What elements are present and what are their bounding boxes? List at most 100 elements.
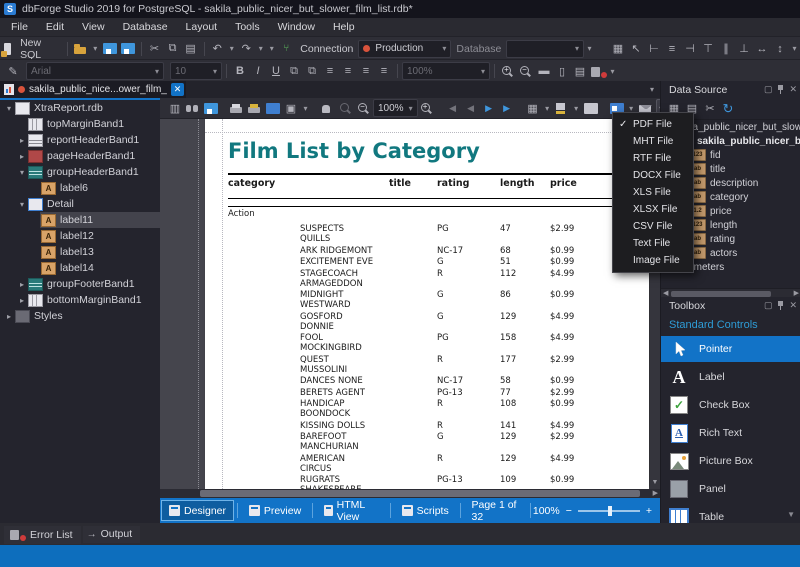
parameters-icon[interactable]: ▥ [167, 100, 183, 116]
toolbar-overflow-icon[interactable]: ▾ [585, 41, 594, 57]
search-icon[interactable] [185, 102, 201, 114]
font-size-select[interactable]: 10 ▾ [170, 62, 222, 80]
export-menu-item-xls-file[interactable]: XLS File [613, 184, 693, 201]
export-menu-item-rtf-file[interactable]: RTF File [613, 150, 693, 167]
scroll-right-icon[interactable]: ▶ [653, 489, 658, 498]
align-rights-icon[interactable]: ⊣ [682, 41, 698, 57]
tree-item-label6[interactable]: Alabel6 [0, 180, 160, 196]
caret-icon[interactable]: ▾ [91, 41, 100, 57]
preview-zoom-select[interactable]: 100%▾ [373, 99, 418, 117]
overflow-icon[interactable]: ▾ [267, 41, 276, 57]
pin-panel-icon[interactable] [777, 85, 784, 94]
script-icon[interactable]: ▤ [572, 63, 588, 79]
overflow-icon[interactable]: ▾ [608, 63, 617, 79]
menu-tools[interactable]: Tools [226, 19, 269, 35]
underline-icon[interactable]: U [268, 63, 284, 79]
zoom-in2-icon[interactable]: + [500, 65, 516, 78]
tree-item-label14[interactable]: Alabel14 [0, 260, 160, 276]
quick-print-icon[interactable] [247, 102, 263, 115]
tree-item-xtrareport.rdb[interactable]: ▾XtraReport.rdb [0, 100, 160, 116]
select-pointer-icon[interactable]: ↖ [628, 41, 644, 57]
align-middles-icon[interactable]: ∥ [718, 41, 734, 57]
magnify-icon[interactable] [338, 102, 354, 115]
bold-icon[interactable]: B [232, 63, 248, 79]
caret-icon[interactable]: ▾ [543, 100, 552, 116]
scrollbar-thumb[interactable] [200, 490, 640, 497]
caret-icon[interactable]: ▾ [227, 41, 236, 57]
scroll-down-icon[interactable]: ▼ [650, 477, 660, 489]
tree-item-bottommarginband1[interactable]: ▸bottomMarginBand1 [0, 292, 160, 308]
cut-icon[interactable]: ✂ [147, 41, 163, 57]
card-icon[interactable]: ▯ [554, 63, 570, 79]
zoom-slider-thumb[interactable] [608, 506, 612, 516]
paste-icon[interactable]: ▤ [183, 41, 199, 57]
toolbox-item-table[interactable]: Table [661, 504, 800, 523]
toolbox-item-label[interactable]: ALabel [661, 364, 800, 390]
zoom-out-button[interactable]: − [566, 505, 572, 517]
toolbox-item-check-box[interactable]: ✓Check Box [661, 392, 800, 418]
export-menu-item-csv-file[interactable]: CSV File [613, 218, 693, 235]
toolbox-item-pointer[interactable]: Pointer [661, 336, 800, 362]
status-tab-error-list[interactable]: Error List [4, 526, 81, 544]
menu-file[interactable]: File [2, 19, 37, 35]
menu-help[interactable]: Help [324, 19, 364, 35]
nav-next-icon[interactable]: ▶ [481, 100, 497, 116]
redo-icon[interactable]: ↷ [238, 41, 254, 57]
toolbox-section-header[interactable]: Standard Controls [661, 314, 800, 336]
scale-icon[interactable]: ▣ [283, 100, 299, 116]
save-all-icon[interactable] [120, 42, 136, 55]
menu-window[interactable]: Window [269, 19, 324, 35]
menu-database[interactable]: Database [114, 19, 177, 35]
nav-last-icon[interactable]: ▶ [499, 100, 515, 116]
export-menu-item-text-file[interactable]: Text File [613, 235, 693, 252]
multi-page-icon[interactable]: ▦ [525, 100, 541, 116]
font-name-select[interactable]: Arial ▾ [26, 62, 164, 80]
nav-prev-icon[interactable]: ◀ [463, 100, 479, 116]
format-painter-icon[interactable]: ✎ [5, 63, 21, 79]
unlink-icon[interactable]: ✂ [702, 101, 718, 117]
send-backward-icon[interactable]: ⧉ [286, 63, 302, 79]
maximize-panel-icon[interactable]: ▢ [764, 300, 773, 311]
bring-forward-icon[interactable]: ⧉ [304, 63, 320, 79]
new-sql-button[interactable]: New SQL [4, 37, 57, 61]
database-select[interactable]: ▾ [506, 40, 584, 58]
align-tops-icon[interactable]: ⊤ [700, 41, 716, 57]
connection-select[interactable]: Production ▾ [358, 40, 451, 58]
tree-item-groupheaderband1[interactable]: ▾groupHeaderBand1 [0, 164, 160, 180]
same-width-icon[interactable]: ↔ [754, 41, 770, 57]
same-height-icon[interactable]: ↕ [772, 41, 788, 57]
export-menu-item-pdf-file[interactable]: ✓PDF File [613, 116, 693, 133]
caret-icon[interactable]: ▾ [301, 100, 310, 116]
align-text-left-icon[interactable]: ≡ [322, 63, 338, 79]
copy-icon[interactable]: ⧉ [165, 41, 181, 57]
overflow-icon[interactable]: ▾ [790, 41, 799, 57]
toolbox-item-picture-box[interactable]: Picture Box [661, 448, 800, 474]
tree-item-pageheaderband1[interactable]: ▸pageHeaderBand1 [0, 148, 160, 164]
connection-wizard-icon[interactable]: ⑂ [278, 41, 294, 57]
tree-item-label13[interactable]: Alabel13 [0, 244, 160, 260]
close-panel-icon[interactable]: ✕ [789, 84, 797, 95]
hand-icon[interactable] [320, 102, 336, 115]
export-menu-item-docx-file[interactable]: DOCX File [613, 167, 693, 184]
refresh-icon[interactable]: ↻ [720, 101, 736, 117]
caret-icon[interactable]: ▾ [572, 100, 581, 116]
view-tab-html-view[interactable]: HTML View [316, 500, 387, 521]
close-tab-icon[interactable]: ✕ [171, 83, 184, 96]
print-icon[interactable] [229, 102, 245, 115]
tree-item-label11[interactable]: Alabel11 [0, 212, 160, 228]
menu-layout[interactable]: Layout [177, 19, 227, 35]
zoom-in-button[interactable]: + [646, 505, 652, 517]
nav-first-icon[interactable]: ◀ [445, 100, 461, 116]
align-text-justify-icon[interactable]: ≡ [376, 63, 392, 79]
psave-icon[interactable] [203, 102, 219, 115]
snap-grid-icon[interactable]: ▦ [610, 41, 626, 57]
menu-view[interactable]: View [73, 19, 114, 35]
save-icon[interactable] [102, 42, 118, 55]
tree-item-topmarginband1[interactable]: topMarginBand1 [0, 116, 160, 132]
status-tab-output[interactable]: →Output [83, 526, 141, 543]
preview-horizontal-scrollbar[interactable]: ▶ [160, 489, 660, 498]
zoom-select[interactable]: 100% ▾ [402, 62, 490, 80]
export-menu-item-xlsx-file[interactable]: XLSX File [613, 201, 693, 218]
undo-icon[interactable]: ↶ [209, 41, 225, 57]
open-folder-icon[interactable] [73, 42, 89, 55]
